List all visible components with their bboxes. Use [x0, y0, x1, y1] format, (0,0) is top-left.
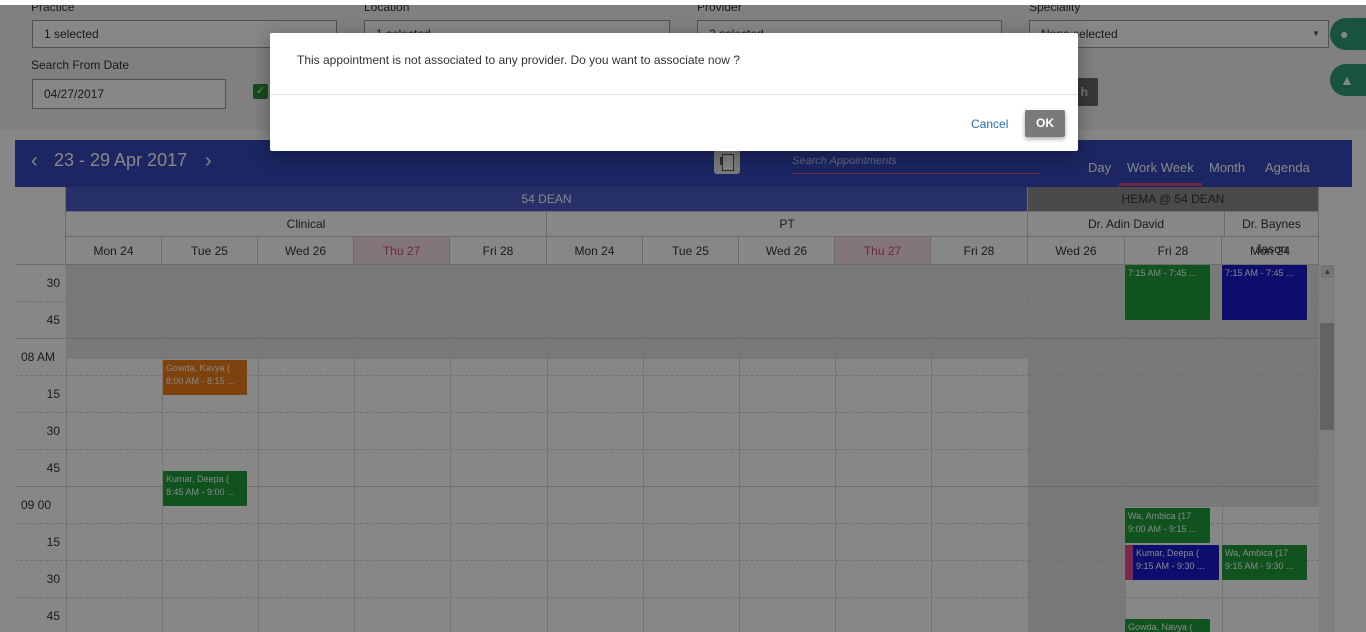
confirm-dialog: This appointment is not associated to an…	[270, 33, 1078, 151]
dialog-divider	[270, 94, 1078, 95]
dialog-message: This appointment is not associated to an…	[297, 53, 740, 67]
top-strip	[0, 0, 1366, 5]
ok-button[interactable]: OK	[1025, 110, 1065, 137]
cancel-button[interactable]: Cancel	[971, 117, 1008, 131]
